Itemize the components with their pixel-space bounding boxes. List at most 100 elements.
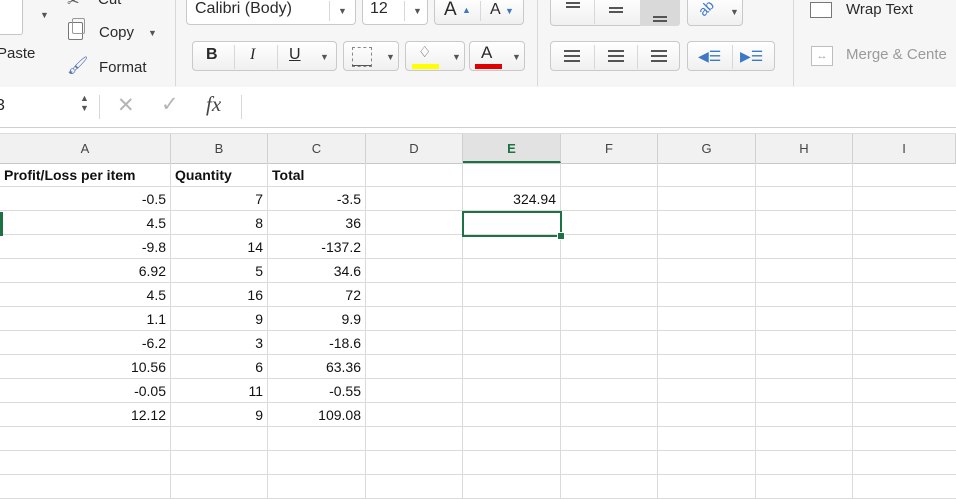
cell-i13[interactable]	[853, 451, 956, 475]
format-painter-icon[interactable]: 🖌	[67, 56, 89, 76]
cell-c13[interactable]	[268, 451, 366, 475]
borders-dropdown-icon[interactable]: ▼	[386, 52, 395, 62]
cell-h12[interactable]	[756, 427, 853, 451]
cell-c9[interactable]: 63.36	[268, 355, 366, 379]
fx-label[interactable]: fx	[206, 92, 221, 117]
cell-e5[interactable]	[463, 259, 561, 283]
cell-g6[interactable]	[658, 283, 756, 307]
cell-i7[interactable]	[853, 307, 956, 331]
cell-e13[interactable]	[463, 451, 561, 475]
cell-e8[interactable]	[463, 331, 561, 355]
cell-d12[interactable]	[366, 427, 463, 451]
cell-d1[interactable]	[366, 163, 463, 187]
cell-i3[interactable]	[853, 211, 956, 235]
cell-i8[interactable]	[853, 331, 956, 355]
cell-h10[interactable]	[756, 379, 853, 403]
cell-h6[interactable]	[756, 283, 853, 307]
cell-d4[interactable]	[366, 235, 463, 259]
font-size-select[interactable]: 12 ▼	[362, 0, 428, 25]
cell-g8[interactable]	[658, 331, 756, 355]
cell-a14[interactable]	[0, 475, 171, 499]
cell-c1[interactable]: Total	[268, 163, 366, 187]
orientation-button[interactable]: ab ▼	[687, 0, 743, 26]
cell-a9[interactable]: 10.56	[0, 355, 171, 379]
cell-g4[interactable]	[658, 235, 756, 259]
cell-c4[interactable]: -137.2	[268, 235, 366, 259]
cell-g2[interactable]	[658, 187, 756, 211]
fill-color-dropdown-icon[interactable]: ▼	[452, 52, 461, 62]
column-header-g[interactable]: G	[658, 134, 756, 163]
cell-h1[interactable]	[756, 163, 853, 187]
cell-f11[interactable]	[561, 403, 658, 427]
cell-b13[interactable]	[171, 451, 268, 475]
cell-f14[interactable]	[561, 475, 658, 499]
underline-dropdown-icon[interactable]: ▼	[320, 52, 329, 62]
cell-b3[interactable]: 8	[171, 211, 268, 235]
fill-color-button[interactable]: ♢ ▼	[405, 41, 465, 71]
cell-b12[interactable]	[171, 427, 268, 451]
cell-e11[interactable]	[463, 403, 561, 427]
font-name-select[interactable]: Calibri (Body) ▼	[186, 0, 356, 25]
decrease-font-size-button[interactable]: A	[490, 1, 501, 19]
cell-a4[interactable]: -9.8	[0, 235, 171, 259]
cell-d10[interactable]	[366, 379, 463, 403]
italic-button[interactable]: I	[250, 46, 255, 64]
cell-e10[interactable]	[463, 379, 561, 403]
paste-label[interactable]: Paste	[0, 45, 35, 62]
cell-i12[interactable]	[853, 427, 956, 451]
cell-g1[interactable]	[658, 163, 756, 187]
cell-h13[interactable]	[756, 451, 853, 475]
cell-f7[interactable]	[561, 307, 658, 331]
cell-e7[interactable]	[463, 307, 561, 331]
cell-h7[interactable]	[756, 307, 853, 331]
column-header-i[interactable]: I	[853, 134, 956, 163]
cell-a7[interactable]: 1.1	[0, 307, 171, 331]
cell-e9[interactable]	[463, 355, 561, 379]
orientation-dropdown-icon[interactable]: ▼	[730, 7, 739, 17]
cell-a8[interactable]: -6.2	[0, 331, 171, 355]
cell-d9[interactable]	[366, 355, 463, 379]
align-bottom-icon[interactable]	[640, 0, 680, 26]
cell-e1[interactable]	[463, 163, 561, 187]
cell-f8[interactable]	[561, 331, 658, 355]
selected-cell-e3[interactable]	[462, 211, 562, 237]
paste-icon[interactable]	[0, 0, 23, 35]
underline-button[interactable]: U	[289, 46, 301, 64]
cell-f4[interactable]	[561, 235, 658, 259]
align-right-icon[interactable]	[651, 50, 667, 62]
cell-c10[interactable]: -0.55	[268, 379, 366, 403]
cell-d14[interactable]	[366, 475, 463, 499]
cell-c12[interactable]	[268, 427, 366, 451]
copy-dropdown-icon[interactable]: ▼	[148, 28, 157, 38]
cell-c3[interactable]: 36	[268, 211, 366, 235]
merge-center-icon[interactable]: ↔	[811, 46, 833, 66]
cell-g11[interactable]	[658, 403, 756, 427]
cell-e6[interactable]	[463, 283, 561, 307]
font-color-button[interactable]: A ▼	[469, 41, 525, 71]
cell-i9[interactable]	[853, 355, 956, 379]
font-name-dropdown-icon[interactable]: ▼	[338, 6, 347, 16]
bold-button[interactable]: B	[206, 46, 218, 64]
merge-center-button[interactable]: Merge & Cente	[846, 46, 947, 63]
cell-a2[interactable]: -0.5	[0, 187, 171, 211]
cell-g9[interactable]	[658, 355, 756, 379]
cell-f3[interactable]	[561, 211, 658, 235]
cancel-icon[interactable]: ✕	[117, 93, 135, 118]
cell-i10[interactable]	[853, 379, 956, 403]
fill-handle[interactable]	[557, 232, 565, 240]
decrease-indent-icon[interactable]: ◀☰	[698, 48, 721, 65]
cell-h11[interactable]	[756, 403, 853, 427]
cell-f5[interactable]	[561, 259, 658, 283]
borders-button[interactable]: ▼	[343, 41, 399, 71]
cut-label[interactable]: Cut	[98, 0, 121, 8]
paste-dropdown-icon[interactable]: ▼	[40, 10, 49, 20]
column-header-h[interactable]: H	[756, 134, 853, 163]
cell-b10[interactable]: 11	[171, 379, 268, 403]
cell-e2[interactable]: 324.94	[463, 187, 561, 211]
cell-e12[interactable]	[463, 427, 561, 451]
cell-i1[interactable]	[853, 163, 956, 187]
cell-g5[interactable]	[658, 259, 756, 283]
increase-indent-icon[interactable]: ▶☰	[740, 48, 763, 65]
cell-b2[interactable]: 7	[171, 187, 268, 211]
cell-b11[interactable]: 9	[171, 403, 268, 427]
